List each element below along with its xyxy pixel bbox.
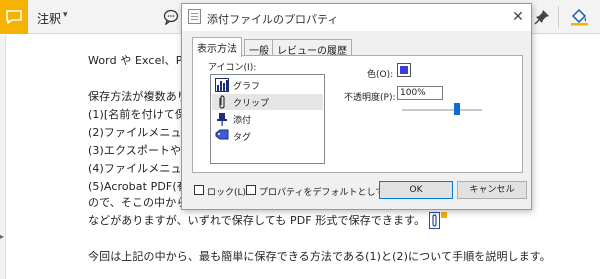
tab-review-history[interactable]: レビューの履歴 <box>272 39 352 57</box>
paperclip-icon <box>432 214 437 227</box>
paint-bucket-icon[interactable] <box>570 8 590 26</box>
opacity-label: 不透明度(P): <box>344 93 396 103</box>
dialog-titlebar[interactable]: 添付ファイルのプロパティ ✕ <box>182 4 531 31</box>
checkbox-box[interactable] <box>246 185 256 195</box>
list-item[interactable]: 添付 <box>212 111 323 127</box>
paperclip-attachment-icon[interactable] <box>429 212 440 229</box>
doc-line: などがありますが、いずれで保存しても PDF 形式で保存できます。 <box>88 214 426 227</box>
comment-tool-button[interactable] <box>0 0 28 34</box>
icon-listbox[interactable]: グラフ クリップ 添付 タグ <box>210 74 325 164</box>
cancel-button[interactable]: キャンセル <box>457 181 527 199</box>
opacity-slider-thumb[interactable] <box>454 103 460 115</box>
color-picker-button[interactable] <box>397 63 411 77</box>
annotation-menu[interactable]: 注釈 <box>37 10 61 27</box>
color-label: 色(O): <box>367 70 394 80</box>
expand-panel-icon[interactable]: ▸ <box>0 232 4 241</box>
list-item[interactable]: クリップ <box>212 94 323 110</box>
paperclip-icon <box>219 95 225 109</box>
list-item-label: タグ <box>233 133 252 143</box>
comment-bubble-icon <box>6 10 22 24</box>
attachment-marker <box>441 212 447 218</box>
tag-icon <box>215 129 229 140</box>
close-icon[interactable]: ✕ <box>508 7 528 27</box>
left-panel-rail[interactable] <box>0 35 6 279</box>
opacity-input[interactable]: 100% <box>397 86 443 100</box>
speech-bubble-icon[interactable] <box>163 9 179 25</box>
list-item-label: クリップ <box>233 99 270 109</box>
color-swatch-fill <box>400 66 408 74</box>
document-icon <box>188 9 201 24</box>
dialog-title: 添付ファイルのプロパティ <box>207 13 339 26</box>
list-item-label: 添付 <box>233 116 252 126</box>
checkbox-box[interactable] <box>194 185 204 195</box>
graph-icon <box>215 78 229 92</box>
doc-line: 今回は上記の中から、最も簡単に保存できる方法である(1)と(2)について手順を説… <box>88 250 551 263</box>
doc-line: (5)Acrobat PDF(有 <box>88 180 188 193</box>
attachment-properties-dialog: 添付ファイルのプロパティ ✕ 表示方法 一般 レビューの履歴 アイコン(I): … <box>181 3 532 210</box>
list-item[interactable]: グラフ <box>212 77 323 93</box>
opacity-slider-fill <box>402 109 482 111</box>
lock-label: ロック(L) <box>207 188 247 198</box>
list-item[interactable]: タグ <box>212 128 323 144</box>
chevron-down-icon[interactable]: ▾ <box>63 10 68 20</box>
tab-appearance[interactable]: 表示方法 <box>192 37 242 57</box>
tab-general[interactable]: 一般 <box>244 39 274 57</box>
pin-icon[interactable] <box>534 9 550 25</box>
list-item-label: グラフ <box>233 82 261 92</box>
opacity-slider[interactable] <box>402 109 482 111</box>
ok-button[interactable]: OK <box>379 181 453 199</box>
toolbar-separator <box>558 6 559 28</box>
icon-label: アイコン(I): <box>208 63 257 73</box>
pushpin-icon <box>217 113 227 126</box>
